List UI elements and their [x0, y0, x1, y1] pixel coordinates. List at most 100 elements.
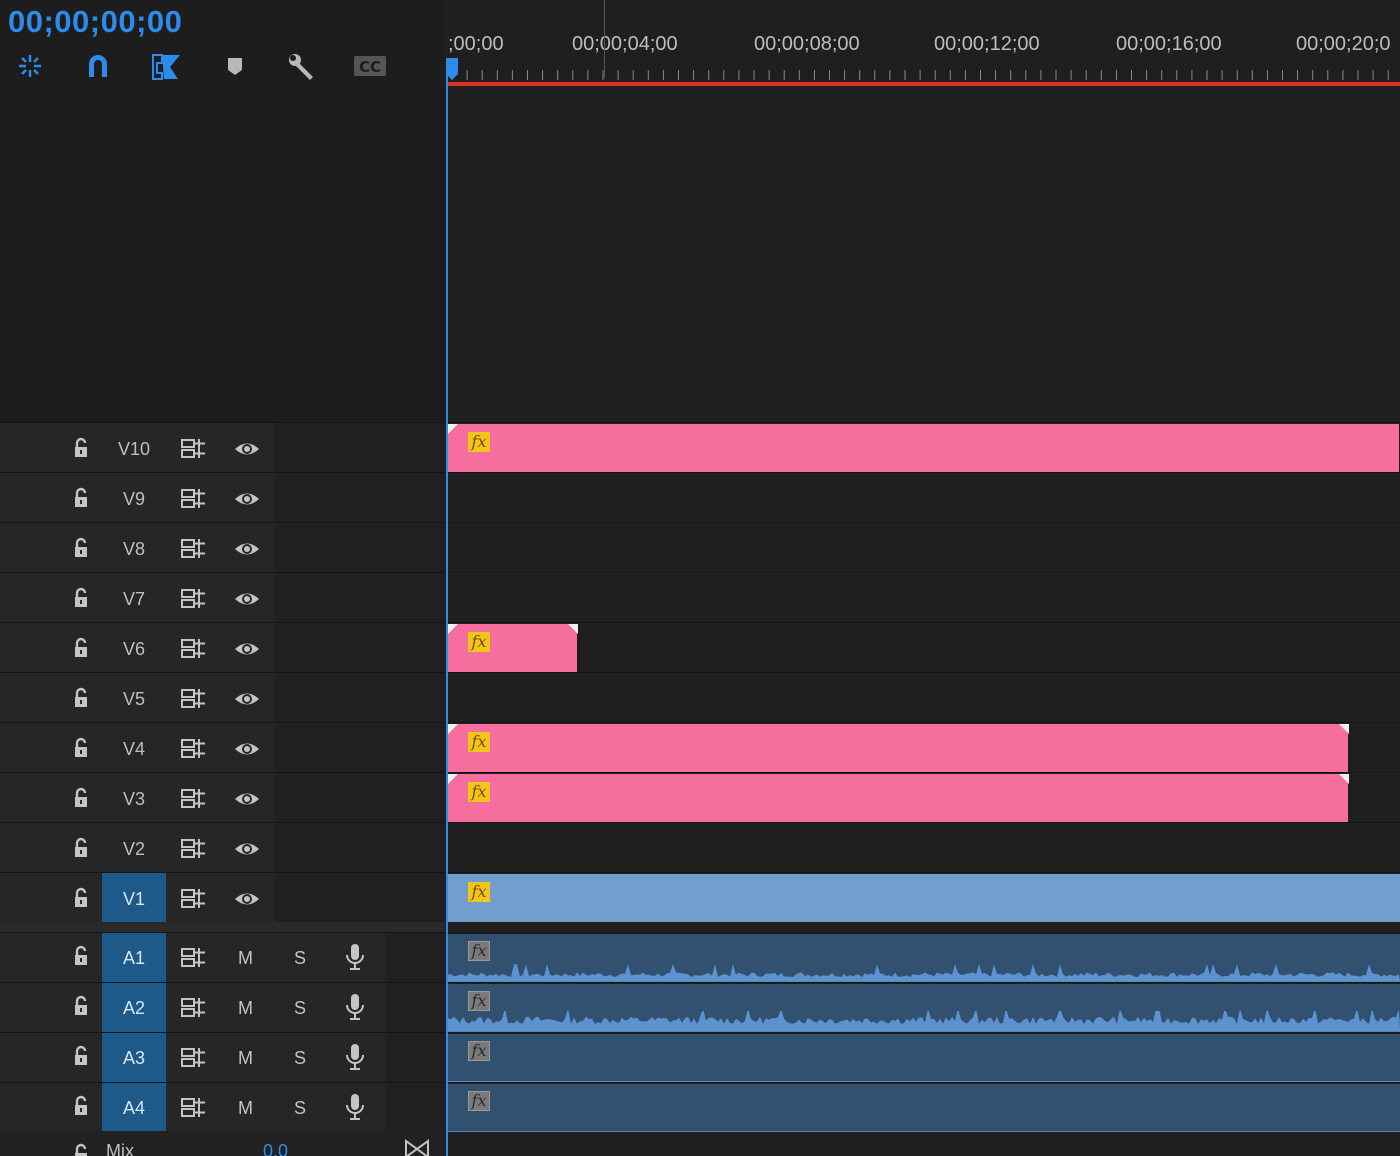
video-track-lane[interactable]: fx — [446, 422, 1400, 472]
fx-badge-icon[interactable]: fx — [468, 1091, 490, 1111]
video-track-header[interactable]: V1 — [0, 872, 445, 922]
audio-clip[interactable]: fx — [448, 984, 1400, 1032]
lock-icon[interactable] — [70, 787, 92, 809]
timeline-panel[interactable]: ;00;00 00;00;04;00 00;00;08;00 00;00;12;… — [446, 0, 1400, 1156]
video-track-header[interactable]: V9 — [0, 472, 445, 522]
lock-icon[interactable] — [70, 1095, 92, 1117]
sync-lock-icon[interactable] — [180, 946, 208, 968]
lock-icon[interactable] — [70, 687, 92, 709]
track-name[interactable]: V6 — [102, 623, 166, 672]
lock-icon[interactable] — [70, 1045, 92, 1067]
lock-icon[interactable] — [70, 437, 92, 459]
captions-icon[interactable]: CC — [352, 48, 388, 84]
fx-badge-icon[interactable]: fx — [468, 1041, 490, 1061]
video-track-lane[interactable] — [446, 572, 1400, 622]
video-track-lane[interactable] — [446, 822, 1400, 872]
video-track-lane[interactable]: fx — [446, 622, 1400, 672]
track-name[interactable]: V7 — [102, 573, 166, 622]
mute-button[interactable]: M — [238, 998, 253, 1019]
solo-button[interactable]: S — [294, 1048, 306, 1069]
eye-icon[interactable] — [233, 488, 261, 510]
audio-track-lane[interactable]: fx — [446, 1082, 1400, 1132]
video-track-header[interactable]: V10 — [0, 422, 445, 472]
timeline-clip[interactable]: fx — [448, 624, 578, 672]
sync-lock-icon[interactable] — [180, 737, 208, 759]
timeline-clip[interactable]: fx — [448, 724, 1349, 772]
eye-icon[interactable] — [233, 838, 261, 860]
eye-icon[interactable] — [233, 888, 261, 910]
mute-button[interactable]: M — [238, 1098, 253, 1119]
mute-button[interactable]: M — [238, 1048, 253, 1069]
linked-selection-icon[interactable] — [148, 48, 184, 84]
lock-icon[interactable] — [70, 837, 92, 859]
solo-button[interactable]: S — [294, 1098, 306, 1119]
sync-lock-icon[interactable] — [180, 887, 208, 909]
sync-lock-icon[interactable] — [180, 587, 208, 609]
fx-badge-icon[interactable]: fx — [468, 732, 490, 752]
lock-icon[interactable] — [70, 887, 92, 909]
eye-icon[interactable] — [233, 638, 261, 660]
fx-badge-icon[interactable]: fx — [468, 782, 490, 802]
lock-icon[interactable] — [70, 487, 92, 509]
audio-track-lane[interactable]: fx — [446, 932, 1400, 982]
track-name[interactable]: V2 — [102, 823, 166, 872]
video-track-header[interactable]: V4 — [0, 722, 445, 772]
video-track-lane[interactable] — [446, 672, 1400, 722]
track-name[interactable]: V3 — [102, 773, 166, 822]
lock-icon[interactable] — [70, 537, 92, 559]
track-name[interactable]: A1 — [102, 933, 166, 982]
video-track-header[interactable]: V8 — [0, 522, 445, 572]
sync-lock-icon[interactable] — [180, 437, 208, 459]
eye-icon[interactable] — [233, 538, 261, 560]
track-name[interactable]: V9 — [102, 473, 166, 522]
mic-icon[interactable] — [344, 1092, 366, 1122]
playhead-line[interactable] — [446, 60, 448, 1156]
mic-icon[interactable] — [344, 942, 366, 972]
audio-track-header[interactable]: A3 M S — [0, 1032, 445, 1082]
timeline-clip[interactable]: fx — [448, 424, 1400, 472]
solo-button[interactable]: S — [294, 948, 306, 969]
sync-lock-icon[interactable] — [180, 637, 208, 659]
audio-track-header[interactable]: A1 M S — [0, 932, 445, 982]
timeline-clip[interactable]: fx — [448, 874, 1400, 922]
audio-clip[interactable]: fx — [448, 1034, 1400, 1082]
video-track-lane[interactable]: fx — [446, 722, 1400, 772]
lock-icon[interactable] — [70, 945, 92, 967]
lock-icon[interactable] — [70, 587, 92, 609]
audio-track-lane[interactable]: fx — [446, 982, 1400, 1032]
lock-icon[interactable] — [70, 637, 92, 659]
mix-value[interactable]: 0.0 — [263, 1141, 288, 1156]
video-track-header[interactable]: V5 — [0, 672, 445, 722]
marker-icon[interactable] — [217, 48, 253, 84]
lock-icon[interactable] — [70, 995, 92, 1017]
mic-icon[interactable] — [344, 992, 366, 1022]
sync-lock-icon[interactable] — [180, 837, 208, 859]
track-divider[interactable] — [0, 922, 445, 932]
eye-icon[interactable] — [233, 788, 261, 810]
track-name[interactable]: A4 — [102, 1083, 166, 1132]
time-ruler[interactable]: ;00;00 00;00;04;00 00;00;08;00 00;00;12;… — [446, 0, 1400, 86]
track-name[interactable]: V5 — [102, 673, 166, 722]
video-track-header[interactable]: V3 — [0, 772, 445, 822]
magnet-icon[interactable] — [80, 48, 116, 84]
audio-track-header[interactable]: A4 M S — [0, 1082, 445, 1132]
timeline-clip[interactable]: fx — [448, 774, 1349, 822]
sync-lock-icon[interactable] — [180, 1046, 208, 1068]
sync-lock-icon[interactable] — [180, 687, 208, 709]
track-name[interactable]: A3 — [102, 1033, 166, 1082]
fx-badge-icon[interactable]: fx — [468, 941, 490, 961]
sync-lock-icon[interactable] — [180, 996, 208, 1018]
audio-clip[interactable]: fx — [448, 934, 1400, 982]
video-track-lane[interactable] — [446, 472, 1400, 522]
sync-lock-icon[interactable] — [180, 487, 208, 509]
fx-badge-icon[interactable]: fx — [468, 432, 490, 452]
video-track-lane[interactable] — [446, 522, 1400, 572]
video-track-header[interactable]: V6 — [0, 622, 445, 672]
eye-icon[interactable] — [233, 588, 261, 610]
sync-lock-icon[interactable] — [180, 787, 208, 809]
lock-icon[interactable] — [70, 737, 92, 759]
eye-icon[interactable] — [233, 438, 261, 460]
snap-nest-icon[interactable] — [12, 48, 48, 84]
fx-badge-icon[interactable]: fx — [468, 991, 490, 1011]
eye-icon[interactable] — [233, 738, 261, 760]
